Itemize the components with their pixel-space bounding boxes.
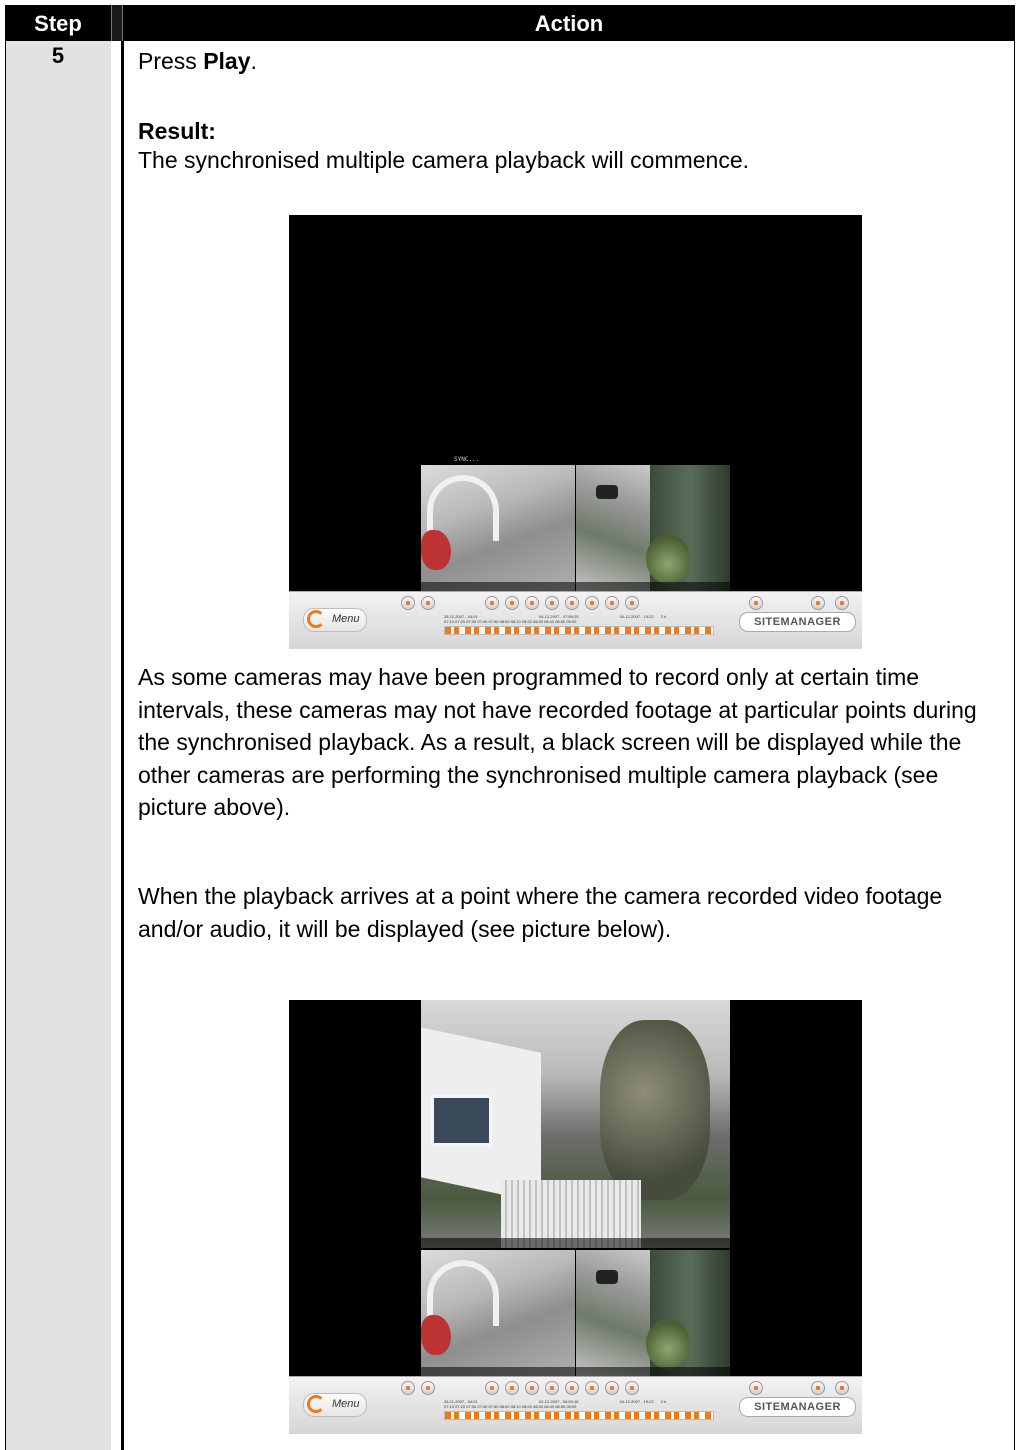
table-border-middle (121, 41, 124, 1450)
menu-button[interactable]: Menu (303, 1393, 367, 1417)
bookmark-button[interactable] (625, 596, 639, 610)
timeline-ticks: 07:10 07:20 07:30 07:40 07:50 08:00 08:1… (444, 619, 577, 624)
note-paragraph: As some cameras may have been programmed… (138, 664, 977, 820)
export-button[interactable] (811, 596, 825, 610)
playback-controlbar: Menu 28-11-2007 - 04:01 04-12-2007 - 08:… (289, 1376, 862, 1434)
camera-view-right (576, 1250, 730, 1377)
step-column (5, 41, 111, 1450)
timeline-span: 2 h (660, 614, 667, 619)
fast-forward-button[interactable] (585, 596, 599, 610)
timeline-span: 2 h (660, 1399, 667, 1404)
result-label: Result: (138, 118, 216, 144)
playback-timeline[interactable]: 28-11-2007 - 04:01 04-12-2007 - 07:59:25… (444, 614, 714, 640)
rewind-button[interactable] (505, 1381, 519, 1395)
settings-button[interactable] (835, 1381, 849, 1395)
menu-label: Menu (332, 613, 360, 625)
press-play-keyword: Play (203, 48, 251, 74)
header-step: Step (5, 5, 111, 41)
play-button[interactable] (565, 1381, 579, 1395)
result-text: The synchronised multiple camera playbac… (138, 147, 750, 173)
stop-button[interactable] (525, 1381, 539, 1395)
window-shape (431, 1095, 492, 1146)
when-paragraph: When the playback arrives at a point whe… (138, 883, 943, 942)
skip-end-button[interactable] (605, 1381, 619, 1395)
camera-view-left (421, 465, 575, 592)
play-button[interactable] (565, 596, 579, 610)
loop-button[interactable] (421, 1381, 435, 1395)
export-button[interactable] (811, 1381, 825, 1395)
sitemanager-logo: SITEMANAGER (739, 1397, 856, 1417)
audio-button[interactable] (749, 596, 763, 610)
playback-timeline[interactable]: 28-11-2007 - 04:01 04-12-2007 - 08:00:18… (444, 1399, 714, 1425)
instruction-press-play: Press Play. (138, 46, 257, 77)
menu-icon (307, 610, 325, 628)
menu-button[interactable]: Menu (303, 608, 367, 632)
playback-controlbar: Menu 28-11-2007 - 04:01 04-12-2007 - 07:… (289, 591, 862, 649)
parked-car-shape (596, 1270, 618, 1284)
sitemanager-logo: SITEMANAGER (739, 612, 856, 632)
playback-screenshot-black-screen: SYNC... Menu 28-11-2007 - 04:01 04-12-20… (289, 215, 862, 649)
snapshot-button[interactable] (401, 596, 415, 610)
camera-view-top (421, 1000, 730, 1248)
sync-label: SYNC... (454, 456, 480, 463)
camera-timestamp-strip (421, 1238, 730, 1248)
pause-button[interactable] (545, 1381, 559, 1395)
header-divider (111, 5, 123, 41)
pause-button[interactable] (545, 596, 559, 610)
store-logo-shape (421, 530, 451, 570)
snapshot-button[interactable] (401, 1381, 415, 1395)
menu-label: Menu (332, 1398, 360, 1410)
tree-shape (600, 1020, 710, 1200)
fast-forward-button[interactable] (585, 1381, 599, 1395)
store-logo-shape (421, 1315, 451, 1355)
timeline-end: 04-12-2007 - 19:22 (619, 1399, 654, 1404)
brand-text: SITEMANAGER (754, 616, 841, 628)
table-border-right (1014, 5, 1015, 1450)
skip-start-button[interactable] (485, 596, 499, 610)
header-action: Action (534, 11, 604, 36)
loop-button[interactable] (421, 596, 435, 610)
audio-button[interactable] (749, 1381, 763, 1395)
bookmark-button[interactable] (625, 1381, 639, 1395)
timeline-track[interactable] (444, 626, 714, 635)
camera-view-left (421, 1250, 575, 1377)
timeline-track[interactable] (444, 1411, 714, 1420)
playback-screenshot-with-footage: Menu 28-11-2007 - 04:01 04-12-2007 - 08:… (289, 1000, 862, 1434)
timeline-labels: 28-11-2007 - 04:01 04-12-2007 - 07:59:25… (444, 614, 714, 624)
brand-text: SITEMANAGER (754, 1401, 841, 1413)
camera-view-right (576, 465, 730, 592)
menu-icon (307, 1395, 325, 1413)
timeline-labels: 28-11-2007 - 04:01 04-12-2007 - 08:00:18… (444, 1399, 714, 1409)
parked-car-shape (596, 485, 618, 499)
settings-button[interactable] (835, 596, 849, 610)
skip-start-button[interactable] (485, 1381, 499, 1395)
timeline-ticks: 07:10 07:20 07:30 07:40 07:50 08:00 08:1… (444, 1404, 577, 1409)
table-border-left (5, 5, 6, 1450)
press-prefix: Press (138, 48, 204, 74)
timeline-end: 04-12-2007 - 19:22 (619, 614, 654, 619)
plants-shape (646, 1319, 690, 1369)
plants-shape (646, 534, 690, 584)
press-suffix: . (250, 48, 257, 74)
step-number: 5 (51, 43, 65, 68)
skip-end-button[interactable] (605, 596, 619, 610)
stop-button[interactable] (525, 596, 539, 610)
rewind-button[interactable] (505, 596, 519, 610)
